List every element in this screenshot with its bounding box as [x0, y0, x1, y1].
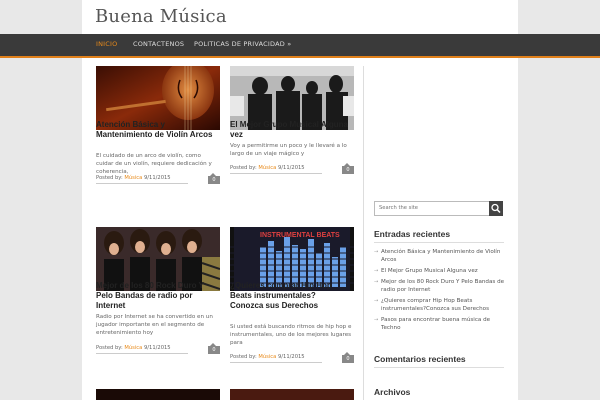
post-meta: Posted by: Música 9/11/2015: [230, 354, 322, 363]
widget-title-archives: Archivos: [374, 387, 411, 397]
post-title[interactable]: ¿Quieres comprar Hip Hop Beats instrumen…: [230, 281, 350, 311]
post-card: Mejor de los 80 Rock Duro Y Pelo Bandas …: [96, 227, 220, 357]
comment-count-badge[interactable]: 0: [342, 352, 354, 363]
recent-post-link[interactable]: El Mejor Grupo Musical Alguna vez: [374, 267, 509, 275]
comment-count-badge[interactable]: 0: [342, 163, 354, 174]
comment-count-badge[interactable]: 0: [208, 343, 220, 354]
recent-post-link[interactable]: ¿Quieres comprar Hip Hop Beats instrumen…: [374, 297, 509, 313]
post-category-link[interactable]: Música: [258, 354, 276, 360]
post-category-link[interactable]: Música: [258, 165, 276, 171]
post-title[interactable]: Mejor de los 80 Rock Duro Y Pelo Bandas …: [96, 281, 216, 311]
comment-count-badge[interactable]: 0: [208, 173, 220, 184]
search-icon: [491, 203, 501, 214]
posted-by-label: Posted by:: [96, 345, 123, 351]
post-date: 9/11/2015: [278, 165, 305, 171]
widget-divider: [374, 242, 504, 243]
post-category-link[interactable]: Música: [124, 345, 142, 351]
post-category-link[interactable]: Música: [124, 175, 142, 181]
post-meta: Posted by: Música 9/11/2015: [96, 345, 188, 354]
search-input[interactable]: [375, 202, 487, 213]
site-header: Buena Música: [82, 0, 518, 34]
post-date: 9/11/2015: [144, 345, 171, 351]
posted-by-label: Posted by:: [230, 354, 257, 360]
post-excerpt: Radio por Internet se ha convertido en u…: [96, 314, 213, 336]
post-thumbnail-partial[interactable]: [96, 389, 220, 400]
post-title[interactable]: Atención Básica y Mantenimiento de Violí…: [96, 120, 216, 140]
recent-posts-list: Atención Básica y Mantenimiento de Violí…: [374, 248, 509, 335]
thumb-instrumental-text: INSTRUMENTAL BEATS: [260, 232, 340, 239]
search-field[interactable]: [374, 201, 491, 216]
widget-title-recent-posts: Entradas recientes: [374, 229, 451, 239]
post-card: Atención Básica y Mantenimiento de Violí…: [96, 66, 220, 186]
post-thumbnail-partial[interactable]: [230, 389, 354, 400]
nav-item-inicio[interactable]: INICIO: [96, 40, 117, 48]
main-nav: INICIO CONTACTENOS POLITICAS DE PRIVACID…: [0, 34, 600, 58]
site-title[interactable]: Buena Música: [95, 6, 227, 27]
sidebar-divider: [363, 66, 364, 400]
post-date: 9/11/2015: [278, 354, 305, 360]
post-excerpt: El cuidado de un arco de violín, como cu…: [96, 153, 212, 175]
recent-post-link[interactable]: Atención Básica y Mantenimiento de Violí…: [374, 248, 509, 264]
nav-item-politicas[interactable]: POLITICAS DE PRIVACIDAD »: [194, 40, 291, 48]
post-excerpt: Voy a permitirme un poco y le llevaré a …: [230, 143, 347, 157]
post-card: INSTRUMENTAL BEATS ¿Quieres comprar Hip …: [230, 227, 354, 367]
nav-item-contactenos[interactable]: CONTACTENOS: [133, 40, 184, 48]
posted-by-label: Posted by:: [230, 165, 257, 171]
post-meta: Posted by: Música 9/11/2015: [230, 165, 322, 174]
recent-post-link[interactable]: Pasos para encontrar buena música de Tec…: [374, 316, 509, 332]
post-meta: Posted by: Música 9/11/2015: [96, 175, 188, 184]
recent-post-link[interactable]: Mejor de los 80 Rock Duro Y Pelo Bandas …: [374, 278, 509, 294]
widget-title-recent-comments: Comentarios recientes: [374, 354, 466, 364]
post-card: El Mejor Grupo Musical Alguna vez Voy a …: [230, 66, 354, 186]
post-title[interactable]: El Mejor Grupo Musical Alguna vez: [230, 120, 350, 140]
widget-divider: [374, 367, 504, 368]
search-button[interactable]: [489, 201, 503, 216]
page: Buena Música INICIO CONTACTENOS POLITICA…: [0, 0, 600, 400]
posted-by-label: Posted by:: [96, 175, 123, 181]
post-excerpt: Si usted está buscando ritmos de hip hop…: [230, 324, 352, 346]
post-date: 9/11/2015: [144, 175, 171, 181]
